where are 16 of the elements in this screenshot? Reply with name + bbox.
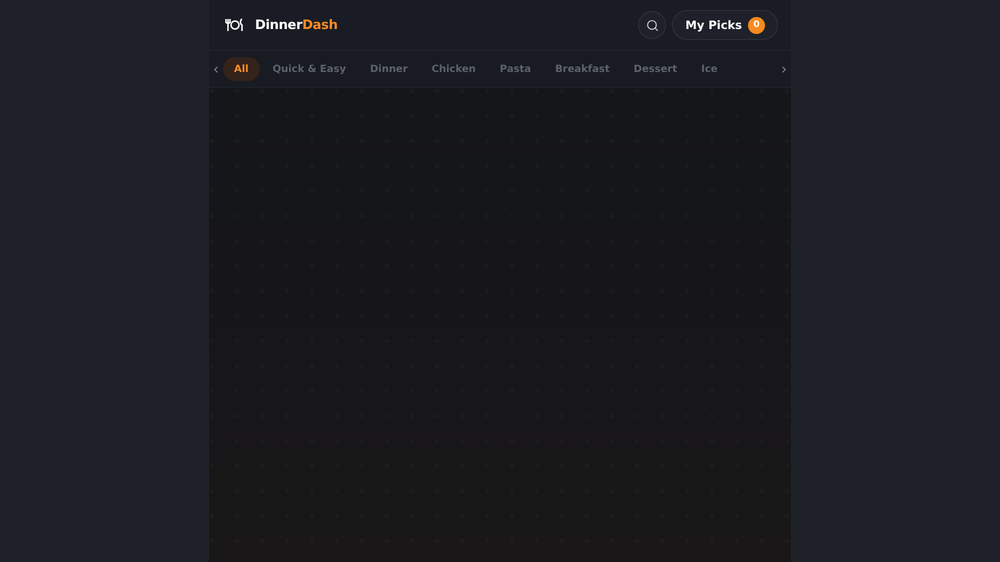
- category-tab[interactable]: Breakfast: [544, 57, 621, 81]
- category-tab[interactable]: Pasta: [488, 57, 542, 81]
- search-button[interactable]: [638, 11, 666, 39]
- count-badge: 0: [748, 16, 765, 34]
- scroll-right-button[interactable]: ›: [777, 60, 791, 78]
- category-tab[interactable]: All: [223, 57, 260, 81]
- search-icon: [646, 18, 659, 32]
- category-tab[interactable]: Chicken: [420, 57, 487, 81]
- cutlery-icon: [225, 18, 245, 32]
- category-tab[interactable]: Quick & Easy: [262, 57, 357, 81]
- my-picks-button[interactable]: My Picks 0: [672, 10, 778, 40]
- category-tab[interactable]: Dessert: [622, 57, 688, 81]
- category-tab[interactable]: Ice: [690, 57, 729, 81]
- brand-name: DinnerDash: [255, 18, 338, 32]
- scroll-left-button[interactable]: ‹: [209, 60, 223, 78]
- category-tab[interactable]: Dinner: [358, 57, 419, 81]
